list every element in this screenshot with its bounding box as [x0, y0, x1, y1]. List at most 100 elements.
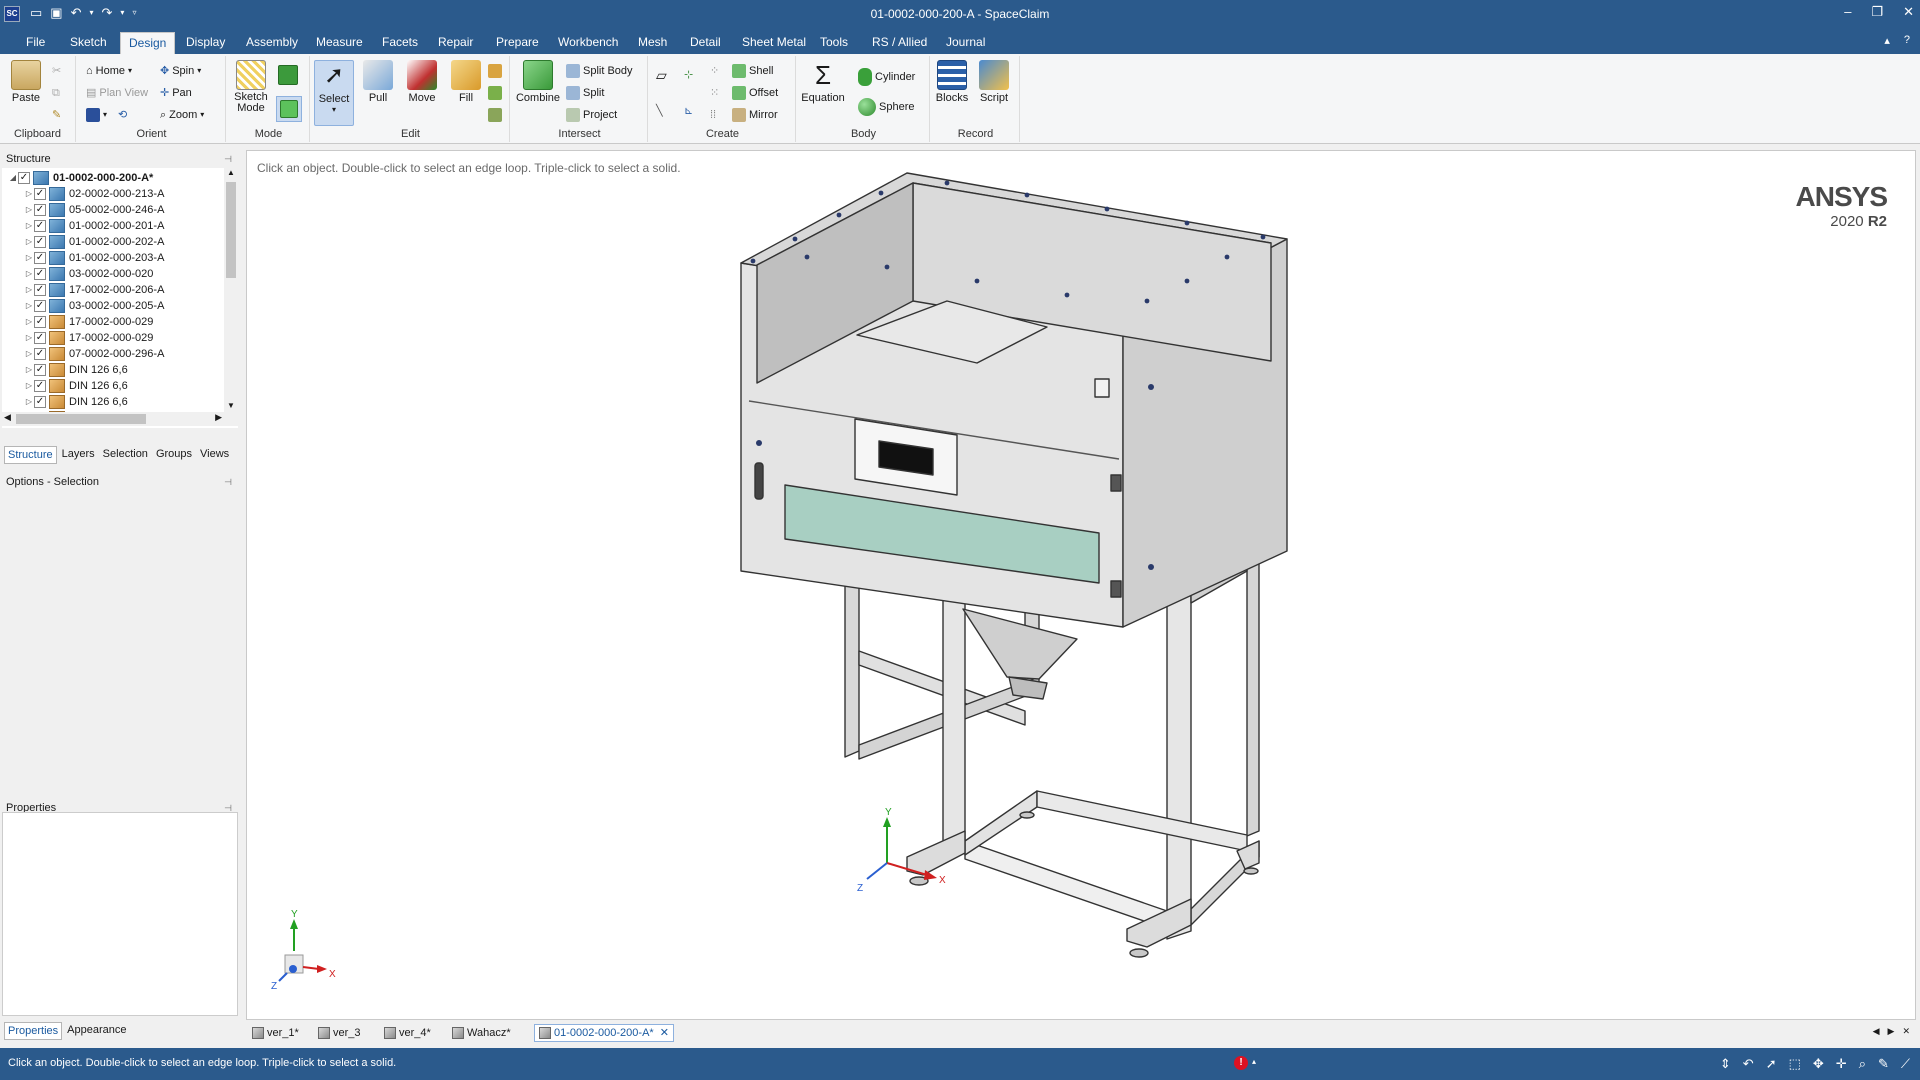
tab-workbench[interactable]: Workbench: [550, 32, 626, 54]
move-button[interactable]: Move: [402, 60, 442, 104]
tab-properties[interactable]: Properties: [4, 1022, 63, 1040]
hscroll-thumb[interactable]: [16, 414, 146, 424]
doc-tab-ver-4[interactable]: ver_4*: [380, 1024, 435, 1042]
expand-icon[interactable]: ▷: [24, 202, 34, 218]
tab-repair[interactable]: Repair: [430, 32, 481, 54]
visibility-checkbox[interactable]: ✓: [34, 316, 46, 328]
tree-root[interactable]: ◢ ✓ 01-0002-000-200-A*: [8, 170, 153, 186]
equation-button[interactable]: Σ Equation: [800, 60, 846, 104]
pin-icon[interactable]: ⊣: [224, 150, 232, 168]
pan-button[interactable]: ✛ Pan: [160, 84, 192, 102]
sketch-mode-button[interactable]: Sketch Mode: [230, 60, 272, 114]
measure-tool-icon[interactable]: ⟋: [1901, 1056, 1910, 1072]
visibility-checkbox[interactable]: ✓: [34, 204, 46, 216]
tab-selection[interactable]: Selection: [100, 446, 151, 464]
tab-facets[interactable]: Facets: [374, 32, 426, 54]
mirror-button[interactable]: Mirror: [732, 106, 778, 124]
expand-icon[interactable]: ▷: [24, 250, 34, 266]
origin-icon[interactable]: ⊾: [684, 102, 693, 120]
visibility-checkbox[interactable]: ✓: [34, 348, 46, 360]
tree-item[interactable]: ▷ ✓ 01-0002-000-202-A: [24, 234, 164, 250]
layer-stack-icon[interactable]: [488, 84, 502, 102]
expand-icon[interactable]: ▷: [24, 266, 34, 282]
visibility-checkbox[interactable]: ✓: [34, 300, 46, 312]
fill-button[interactable]: Fill: [446, 60, 486, 104]
pin-icon[interactable]: ⊣: [224, 473, 232, 491]
shell-button[interactable]: Shell: [732, 62, 773, 80]
sketch-tool-icon[interactable]: ✎: [1878, 1056, 1889, 1072]
axis-icon[interactable]: ╲: [656, 102, 663, 120]
3d-mode-icon[interactable]: [276, 96, 302, 122]
tweak-face-icon[interactable]: [488, 106, 502, 124]
close-button[interactable]: ✕: [1903, 4, 1914, 20]
expand-icon[interactable]: ▷: [24, 314, 34, 330]
restore-button[interactable]: ❐: [1871, 4, 1883, 20]
spin-tool-icon[interactable]: ✥: [1813, 1056, 1824, 1072]
expand-icon[interactable]: ▷: [24, 394, 34, 410]
split-button[interactable]: Split: [566, 84, 604, 102]
copy-icon[interactable]: ⧉: [52, 84, 60, 102]
visibility-checkbox[interactable]: ✓: [34, 220, 46, 232]
expand-icon[interactable]: ▷: [24, 282, 34, 298]
box-select-icon[interactable]: ⬚: [1789, 1056, 1801, 1072]
split-body-button[interactable]: Split Body: [566, 62, 633, 80]
home-button[interactable]: ⌂ Home ▾: [86, 62, 132, 80]
minimize-button[interactable]: –: [1844, 4, 1851, 20]
visibility-checkbox[interactable]: ✓: [34, 268, 46, 280]
expand-icon[interactable]: ▷: [24, 234, 34, 250]
zoom-button[interactable]: ⌕ Zoom ▾: [160, 106, 204, 124]
format-painter-icon[interactable]: ✎: [52, 106, 61, 124]
visibility-checkbox[interactable]: ✓: [34, 252, 46, 264]
tab-tools[interactable]: Tools: [812, 32, 856, 54]
tab-groups[interactable]: Groups: [153, 446, 195, 464]
undo-select-icon[interactable]: ↶: [1743, 1056, 1754, 1072]
tree-item[interactable]: ▷ ✓ 17-0002-000-206-A: [24, 282, 164, 298]
tree-item[interactable]: ▷ ✓ 03-0002-000-205-A: [24, 298, 164, 314]
structure-tree[interactable]: ◢ ✓ 01-0002-000-200-A* ▷ ✓ 02-0002-000-213…: [2, 168, 238, 428]
tree-item[interactable]: ▷ ✓ 17-0002-000-029: [24, 314, 153, 330]
tree-item[interactable]: ▷ ✓ 01-0002-000-201-A: [24, 218, 164, 234]
tab-display[interactable]: Display: [178, 32, 233, 54]
tab-measure[interactable]: Measure: [308, 32, 371, 54]
blocks-button[interactable]: Blocks: [932, 60, 972, 104]
tab-assembly[interactable]: Assembly: [238, 32, 306, 54]
expand-icon[interactable]: ▷: [24, 330, 34, 346]
expand-icon[interactable]: ▷: [24, 362, 34, 378]
zoom-tool-icon[interactable]: ⌕: [1859, 1056, 1866, 1072]
expand-icon[interactable]: ▷: [24, 218, 34, 234]
pointer-icon[interactable]: ➚: [1766, 1056, 1777, 1072]
expand-icon[interactable]: ▷: [24, 186, 34, 202]
tab-prepare[interactable]: Prepare: [488, 32, 547, 54]
tab-sketch[interactable]: Sketch: [62, 32, 115, 54]
point-icon[interactable]: ⊹: [684, 66, 693, 84]
grid-pattern-icon[interactable]: ⁞⁞: [710, 106, 716, 124]
tree-item[interactable]: ▷✓ DIN 126 6,6: [24, 362, 128, 378]
doc-tab-main-assembly[interactable]: 01-0002-000-200-A* ✕: [534, 1024, 674, 1042]
visibility-checkbox[interactable]: ✓: [34, 236, 46, 248]
tree-item[interactable]: ▷ ✓ 07-0002-000-296-A: [24, 346, 164, 362]
tab-design[interactable]: Design: [120, 32, 176, 54]
tree-item[interactable]: ▷ ✓ 02-0002-000-213-A: [24, 186, 164, 202]
expand-icon[interactable]: ▷: [24, 378, 34, 394]
error-icon[interactable]: !: [1234, 1056, 1248, 1070]
help-icon[interactable]: ?: [1904, 34, 1910, 47]
tab-detail[interactable]: Detail: [682, 32, 729, 54]
cylinder-button[interactable]: Cylinder: [858, 68, 915, 86]
tree-item[interactable]: ▷ ✓ 17-0002-000-029: [24, 330, 153, 346]
visibility-checkbox[interactable]: ✓: [34, 188, 46, 200]
doc-tab-ver-3[interactable]: ver_3: [314, 1024, 365, 1042]
selection-filter-icon[interactable]: ⇕: [1720, 1056, 1731, 1072]
close-tab-icon[interactable]: ✕: [660, 1024, 669, 1042]
scroll-thumb[interactable]: [226, 182, 236, 278]
spin-button[interactable]: ✥ Spin ▾: [160, 62, 201, 80]
tree-horizontal-scrollbar[interactable]: ◀ ▶: [2, 412, 224, 426]
tree-item[interactable]: ▷ ✓ 03-0002-000-020: [24, 266, 153, 282]
doc-tab-wahacz[interactable]: Wahacz*: [448, 1024, 515, 1042]
pull-button[interactable]: Pull: [358, 60, 398, 104]
collapse-ribbon-icon[interactable]: ▴: [1884, 34, 1890, 47]
pan-tool-icon[interactable]: ✛: [1836, 1056, 1847, 1072]
visibility-checkbox[interactable]: ✓: [34, 396, 46, 408]
project-button[interactable]: Project: [566, 106, 617, 124]
plane-icon[interactable]: ▱: [656, 66, 667, 84]
expand-icon[interactable]: ▷: [24, 298, 34, 314]
